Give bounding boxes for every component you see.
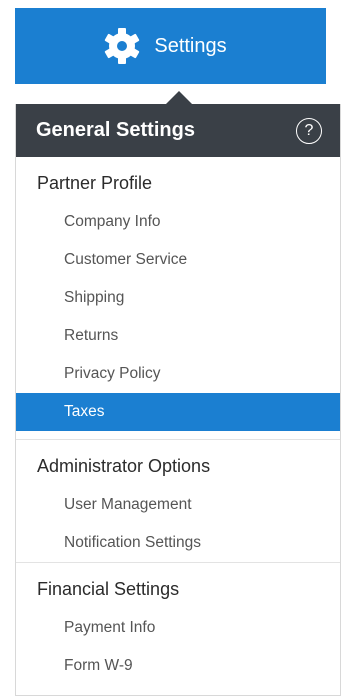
panel-title: General Settings <box>36 119 195 141</box>
section-administrator-options: Administrator Options User Management No… <box>16 440 340 563</box>
menu-item-payment-info[interactable]: Payment Info <box>16 609 340 647</box>
menu-item-customer-service[interactable]: Customer Service <box>16 241 340 279</box>
panel-caret <box>165 91 193 105</box>
section-title-administrator-options: Administrator Options <box>37 456 211 476</box>
section-title-partner-profile: Partner Profile <box>37 173 153 193</box>
settings-button[interactable]: Settings <box>15 8 326 84</box>
menu-item-form-w9[interactable]: Form W-9 <box>16 647 340 685</box>
menu-item-privacy-policy[interactable]: Privacy Policy <box>16 355 340 393</box>
section-financial-settings: Financial Settings Payment Info Form W-9 <box>16 563 340 685</box>
panel-header: General Settings ? <box>16 104 340 157</box>
section-title-financial-settings: Financial Settings <box>37 579 180 599</box>
menu-item-returns[interactable]: Returns <box>16 317 340 355</box>
general-settings-panel: General Settings ? Partner Profile Compa… <box>15 104 341 696</box>
section-partner-profile: Partner Profile Company Info Customer Se… <box>16 157 340 440</box>
settings-button-label: Settings <box>154 34 227 57</box>
menu-item-taxes[interactable]: Taxes <box>16 393 340 431</box>
menu-item-notification-settings[interactable]: Notification Settings <box>16 524 340 562</box>
menu-item-shipping[interactable]: Shipping <box>16 279 340 317</box>
menu-item-company-info[interactable]: Company Info <box>16 203 340 241</box>
help-icon[interactable]: ? <box>296 117 322 144</box>
gear-icon <box>105 28 140 64</box>
menu-item-user-management[interactable]: User Management <box>16 486 340 524</box>
